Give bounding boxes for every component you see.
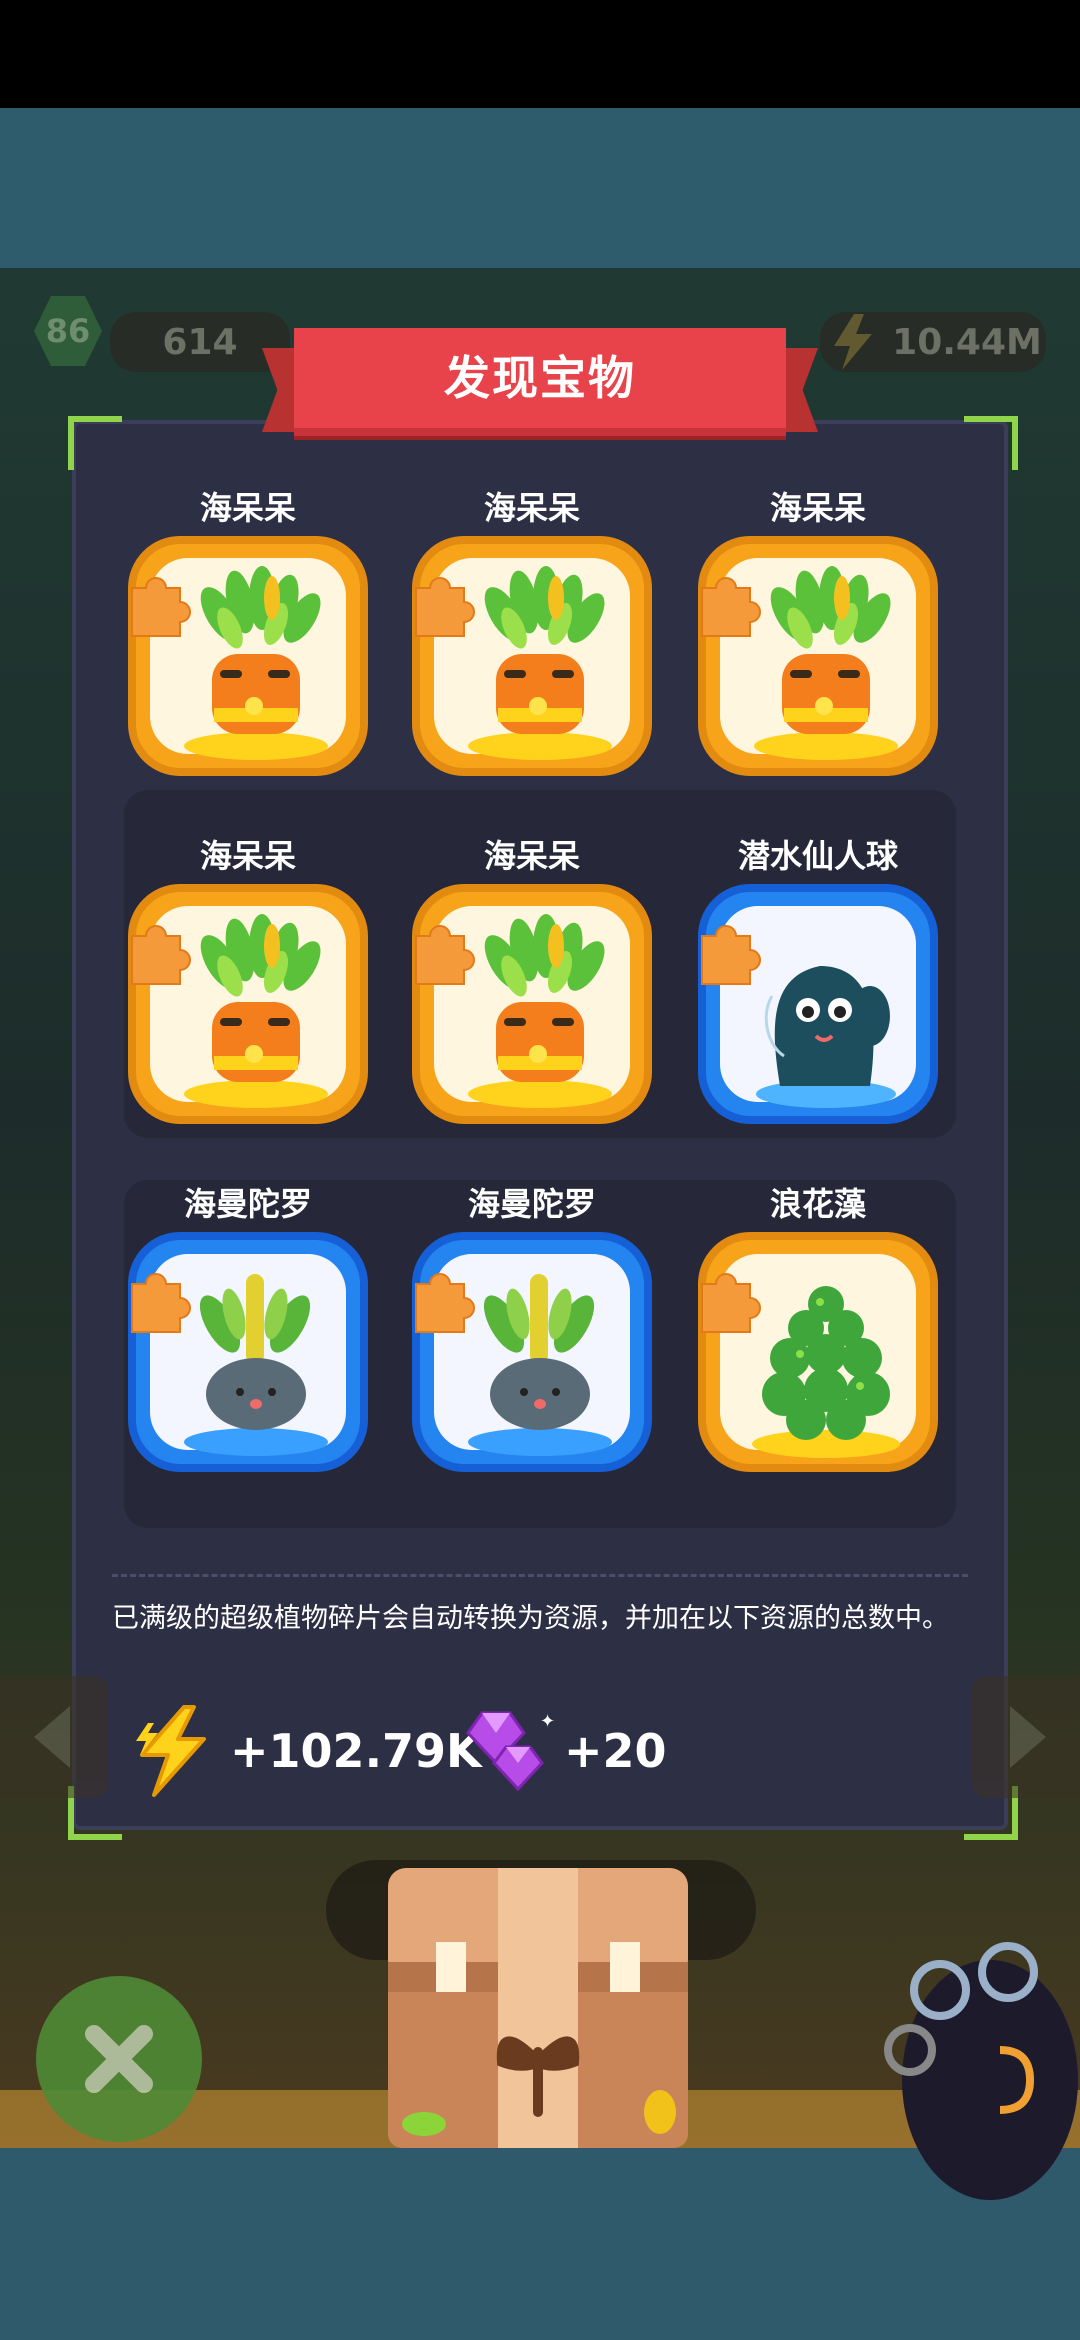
puzzle-piece-icon [415,1273,475,1333]
item-card [128,536,368,776]
treasure-item[interactable]: 潜水仙人球 [694,834,942,1124]
treasure-item[interactable]: 海呆呆 [124,834,372,1124]
status-bar [0,0,1080,108]
item-name: 浪花藻 [769,1185,866,1223]
divider [112,1574,968,1577]
treasure-item[interactable]: 浪花藻 [694,1182,942,1472]
monster-character [880,1910,1080,2200]
item-card [412,1232,652,1472]
item-name: 潜水仙人球 [737,837,898,875]
corner-bracket-tr [964,416,1018,470]
prev-arrow[interactable] [0,1676,108,1798]
puzzle-piece-icon [415,925,475,985]
item-name: 海呆呆 [483,489,580,527]
item-name: 海曼陀罗 [183,1185,312,1223]
item-card [698,536,938,776]
svg-text:✦: ✦ [540,1711,555,1732]
dialog-title: 发现宝物 [444,351,636,405]
energy-counter: 10.44M [820,312,1046,372]
item-name: 海曼陀罗 [467,1185,596,1223]
treasure-item[interactable]: 海曼陀罗 [408,1182,656,1472]
puzzle-piece-icon [701,1273,761,1333]
level-badge: 86 [34,296,102,366]
corner-bracket-tl [68,416,122,470]
item-name: 海呆呆 [199,837,296,875]
energy-icon [834,314,873,370]
item-name: 海呆呆 [769,489,866,527]
gem-reward: ✦ +20 [454,1706,667,1796]
puzzle-piece-icon [131,1273,191,1333]
puzzle-piece-icon [415,577,475,637]
item-card [412,536,652,776]
energy-reward-amount: +102.79K [230,1724,482,1778]
treasure-item[interactable]: 海呆呆 [408,834,656,1124]
next-arrow[interactable] [972,1676,1080,1798]
gem-icon: ✦ [466,1711,555,1792]
item-card [412,884,652,1124]
puzzle-piece-icon [701,577,761,637]
treasure-chest[interactable] [380,1862,696,2154]
title-ribbon: 发现宝物 [262,328,818,438]
item-card [128,1232,368,1472]
puzzle-piece-icon [701,925,761,985]
treasure-item[interactable]: 海曼陀罗 [124,1182,372,1472]
close-button[interactable] [36,1976,202,2142]
chest-icon [388,1868,688,2148]
game-sky-background [0,108,1080,268]
gem-reward-amount: +20 [564,1724,667,1778]
puzzle-piece-icon [131,577,191,637]
lightning-icon [136,1705,206,1797]
item-card [698,1232,938,1472]
puzzle-piece-icon [131,925,191,985]
item-name: 海呆呆 [483,837,580,875]
item-card [698,884,938,1124]
treasure-item[interactable]: 海呆呆 [408,486,656,776]
energy-reward: +102.79K [124,1705,482,1797]
item-name: 海呆呆 [199,489,296,527]
treasure-item[interactable]: 海呆呆 [694,486,942,776]
treasure-item[interactable]: 海呆呆 [124,486,372,776]
close-icon [85,2025,153,2093]
info-text: 已满级的超级植物碎片会自动转换为资源，并加在以下资源的总数中。 [112,1603,949,1634]
item-card [128,884,368,1124]
level-value: 86 [34,296,102,366]
